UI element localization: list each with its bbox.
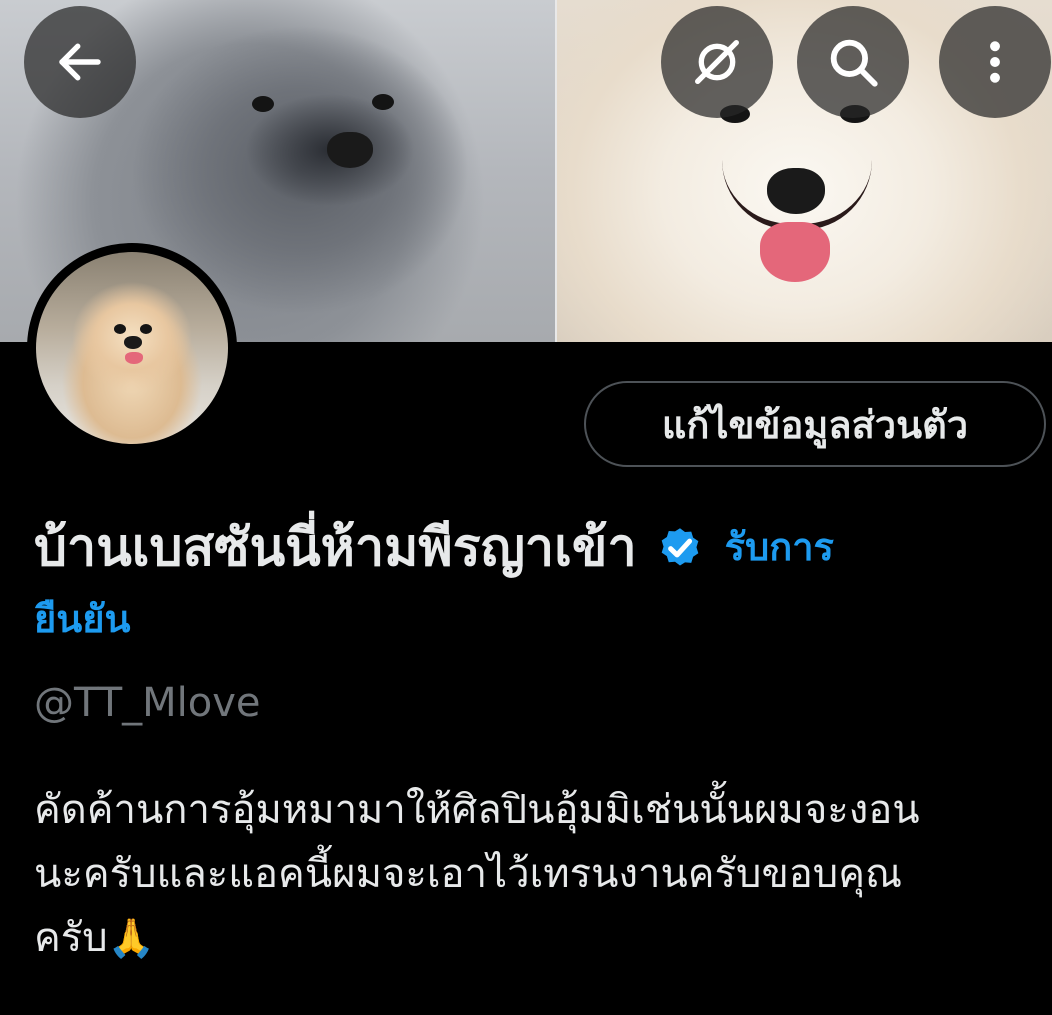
eye-off-icon — [688, 33, 746, 91]
profile-screen: แก้ไขข้อมูลส่วนตัว บ้านเบสซันนี่ห้ามพีรญ… — [0, 0, 1052, 1015]
dog-eye — [372, 94, 394, 110]
more-button[interactable] — [939, 6, 1051, 118]
bio-line: คัดค้านการอุ้มหมามาให้ศิลปินอุ้มมิเช่นนั… — [34, 787, 920, 833]
dog-nose — [124, 336, 142, 349]
more-vertical-icon — [975, 35, 1015, 89]
bio-line-text: ครับ — [34, 915, 108, 961]
display-name: บ้านเบสซันนี่ห้ามพีรญาเข้า — [34, 518, 637, 578]
search-button[interactable] — [797, 6, 909, 118]
folded-hands-emoji: 🙏 — [107, 916, 155, 960]
avatar[interactable] — [27, 243, 237, 453]
dog-eye — [140, 324, 152, 334]
profile-bio: คัดค้านการอุ้มหมามาให้ศิลปินอุ้มมิเช่นนั… — [34, 778, 1034, 970]
edit-profile-button[interactable]: แก้ไขข้อมูลส่วนตัว — [584, 381, 1046, 467]
dog-tongue — [760, 222, 830, 282]
bio-line: ครับ🙏 — [34, 906, 1034, 970]
arrow-left-icon — [53, 35, 107, 89]
verified-check-icon[interactable] — [655, 522, 705, 572]
get-verified-link[interactable]: รับการ — [725, 516, 834, 577]
username-handle: @TT_Mlove — [34, 680, 261, 726]
bio-line: นะครับและแอคนี้ผมจะเอาไว้เทรนงานครับขอบค… — [34, 851, 903, 897]
profile-name-block: บ้านเบสซันนี่ห้ามพีรญาเข้า รับการ — [34, 505, 1024, 588]
dog-tongue — [125, 352, 143, 364]
back-button[interactable] — [24, 6, 136, 118]
dog-eye — [252, 96, 274, 112]
get-verified-link-continued[interactable]: ยืนยัน — [34, 588, 130, 649]
avatar-image — [36, 252, 228, 444]
dog-mouth — [722, 160, 872, 230]
dog-nose — [327, 132, 373, 168]
dog-eye — [114, 324, 126, 334]
search-icon — [824, 33, 882, 91]
hide-button[interactable] — [661, 6, 773, 118]
